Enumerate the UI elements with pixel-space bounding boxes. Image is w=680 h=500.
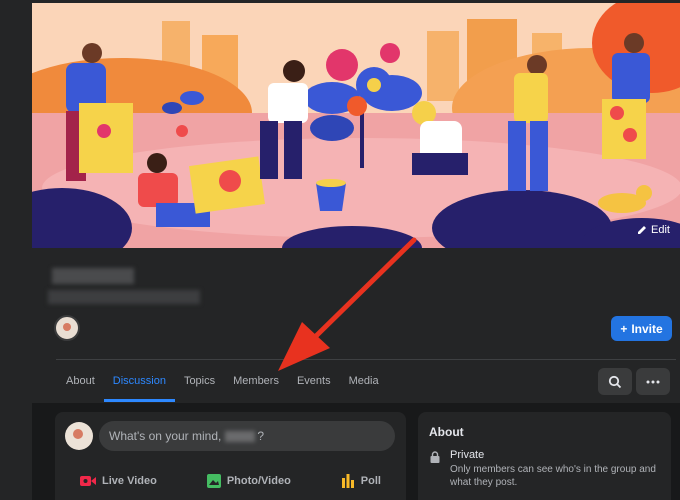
tab-discussion[interactable]: Discussion <box>103 360 176 402</box>
group-header: + Invite About Discussion Topics Members… <box>32 248 680 403</box>
group-page: Edit + Invite About Discussion Topics Me… <box>0 0 680 500</box>
edit-cover-button[interactable]: Edit <box>637 224 670 236</box>
plus-icon: + <box>620 321 628 336</box>
group-name-redacted <box>52 268 134 284</box>
privacy-description: Only members can see who's in the group … <box>450 464 656 488</box>
left-sidebar-edge <box>0 0 32 500</box>
invite-button[interactable]: + Invite <box>611 316 672 341</box>
composer-actions: Live Video Photo/Video Poll <box>55 468 406 494</box>
poll-label: Poll <box>360 475 381 487</box>
user-avatar[interactable] <box>65 422 93 450</box>
tab-members[interactable]: Members <box>224 360 288 402</box>
live-video-label: Live Video <box>102 475 157 487</box>
pencil-icon <box>638 226 647 234</box>
privacy-label: Private <box>450 449 485 461</box>
photo-video-label: Photo/Video <box>226 475 291 487</box>
group-details-redacted <box>48 290 200 304</box>
photo-icon <box>206 474 221 488</box>
tab-events[interactable]: Events <box>288 360 340 402</box>
invite-label: Invite <box>631 321 663 336</box>
poll-button[interactable]: Poll <box>341 474 381 488</box>
post-input[interactable]: What's on your mind, ? <box>99 421 395 451</box>
tab-about[interactable]: About <box>57 360 104 402</box>
live-video-button[interactable]: Live Video <box>80 475 157 487</box>
about-heading: About <box>429 425 464 439</box>
privacy-info: Private Only members can see who's in th… <box>430 449 660 489</box>
search-button[interactable] <box>598 368 632 395</box>
post-prompt-suffix: ? <box>257 429 265 443</box>
search-icon <box>608 375 622 388</box>
edit-cover-label: Edit <box>651 224 670 236</box>
tab-media[interactable]: Media <box>340 360 388 402</box>
lock-icon <box>430 451 440 463</box>
about-card: About Private Only members can see who's… <box>418 412 671 500</box>
tab-topics[interactable]: Topics <box>175 360 224 402</box>
group-tabs: About Discussion Topics Members Events M… <box>57 360 388 402</box>
live-video-icon <box>80 476 96 486</box>
user-name-redacted <box>225 430 256 442</box>
cover-illustration <box>32 3 680 248</box>
post-composer: What's on your mind, ? Live Video Photo/… <box>55 412 406 500</box>
more-options-button[interactable] <box>636 368 670 395</box>
photo-video-button[interactable]: Photo/Video <box>206 474 291 488</box>
poll-icon <box>341 474 354 488</box>
member-avatar[interactable] <box>54 315 80 341</box>
post-prompt-text: What's on your mind, <box>109 429 222 443</box>
cover-photo[interactable]: Edit <box>32 3 680 248</box>
more-dots-icon <box>646 380 660 383</box>
